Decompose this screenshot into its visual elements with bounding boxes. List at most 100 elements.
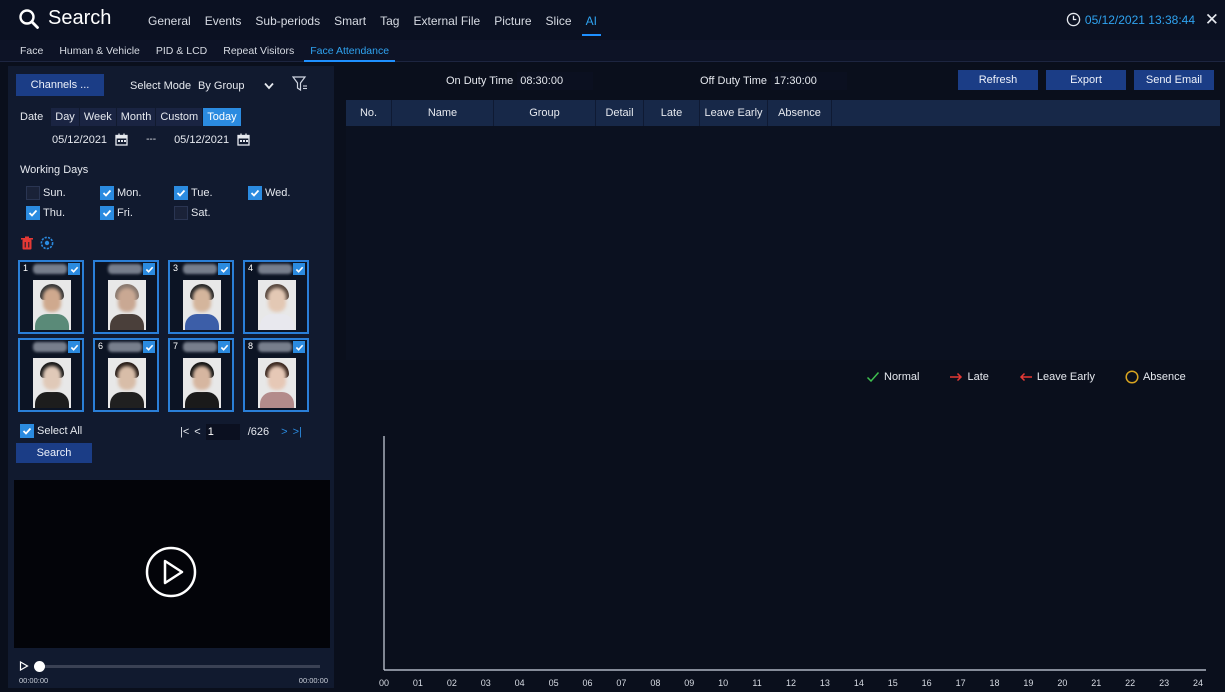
- day-checkbox-thu[interactable]: Thu.: [26, 206, 65, 220]
- calendar-icon[interactable]: [237, 133, 250, 146]
- check-icon: [866, 372, 880, 383]
- face-photo: [108, 358, 146, 408]
- next-page-icon[interactable]: >: [281, 426, 287, 438]
- face-card-header: 6: [95, 340, 157, 354]
- send-email-button[interactable]: Send Email: [1134, 70, 1214, 90]
- play-icon[interactable]: [145, 546, 197, 598]
- time-end: 00:00:00: [298, 676, 328, 685]
- select-mode-dropdown[interactable]: By Group: [198, 76, 280, 96]
- on-duty-time: On Duty Time 08:30:00: [446, 72, 594, 90]
- tab-external-file[interactable]: External File: [413, 14, 480, 28]
- select-all-checkbox[interactable]: Select All: [20, 424, 82, 438]
- face-card[interactable]: 7: [168, 338, 234, 412]
- day-checkbox-fri[interactable]: Fri.: [100, 206, 133, 220]
- tab-picture[interactable]: Picture: [494, 14, 531, 28]
- face-checkbox[interactable]: [143, 341, 155, 353]
- subtab-pid-lcd[interactable]: PID & LCD: [156, 45, 207, 57]
- end-date[interactable]: 05/12/2021: [174, 134, 229, 146]
- face-checkbox[interactable]: [218, 263, 230, 275]
- period-custom[interactable]: Custom: [156, 108, 203, 126]
- day-checkbox-mon[interactable]: Mon.: [100, 186, 141, 200]
- export-button[interactable]: Export: [1046, 70, 1126, 90]
- filter-icon[interactable]: [292, 75, 308, 93]
- chevron-down-icon: [264, 82, 274, 90]
- face-photo-head: [118, 366, 136, 390]
- x-tick-label: 22: [1125, 678, 1135, 688]
- face-checkbox[interactable]: [293, 263, 305, 275]
- select-mode-value: By Group: [198, 80, 245, 92]
- day-checkbox-sun[interactable]: Sun.: [26, 186, 66, 200]
- face-card[interactable]: 6: [93, 338, 159, 412]
- progress-track[interactable]: [38, 665, 320, 668]
- page-input[interactable]: 1: [205, 424, 240, 440]
- play-icon[interactable]: [19, 661, 29, 671]
- x-tick-label: 20: [1057, 678, 1067, 688]
- face-card[interactable]: [93, 260, 159, 334]
- face-name-blurred: [33, 342, 67, 352]
- face-checkbox[interactable]: [293, 341, 305, 353]
- legend-item: Leave Early: [1019, 370, 1095, 384]
- close-icon[interactable]: ✕: [1205, 10, 1219, 30]
- face-checkbox[interactable]: [68, 263, 80, 275]
- subtab-repeat-visitors[interactable]: Repeat Visitors: [223, 45, 294, 57]
- day-checkbox-sat[interactable]: Sat.: [174, 206, 211, 220]
- subtab-human-vehicle[interactable]: Human & Vehicle: [59, 45, 140, 57]
- channels-button[interactable]: Channels ...: [16, 74, 104, 96]
- face-card[interactable]: 8: [243, 338, 309, 412]
- tab-general[interactable]: General: [148, 14, 191, 28]
- face-checkbox[interactable]: [218, 341, 230, 353]
- x-tick-label: 02: [447, 678, 457, 688]
- face-photo-head: [43, 366, 61, 390]
- on-duty-label: On Duty Time: [446, 75, 514, 87]
- search-icon: [19, 8, 39, 29]
- date-separator: ---: [146, 134, 157, 145]
- period-today[interactable]: Today: [203, 108, 241, 126]
- on-duty-input[interactable]: 08:30:00: [517, 72, 594, 90]
- face-card[interactable]: 4: [243, 260, 309, 334]
- delete-icon[interactable]: [20, 236, 34, 250]
- refresh-button[interactable]: Refresh: [958, 70, 1038, 90]
- face-photo: [183, 358, 221, 408]
- day-label: Sun.: [43, 187, 66, 199]
- face-card-header: 8: [245, 340, 307, 354]
- last-page-icon[interactable]: >|: [293, 426, 302, 438]
- calendar-icon[interactable]: [115, 133, 128, 146]
- progress-knob[interactable]: [34, 661, 45, 672]
- face-number: 3: [173, 263, 179, 273]
- start-date[interactable]: 05/12/2021: [52, 134, 107, 146]
- arrow-left-icon: [1019, 372, 1032, 382]
- first-page-icon[interactable]: |<: [180, 426, 189, 438]
- face-photo: [33, 358, 71, 408]
- face-card[interactable]: [18, 338, 84, 412]
- search-button[interactable]: Search: [16, 443, 92, 463]
- face-checkbox[interactable]: [68, 341, 80, 353]
- face-card-header: [95, 262, 157, 276]
- period-month[interactable]: Month: [116, 108, 156, 126]
- tab-sub-periods[interactable]: Sub-periods: [255, 14, 320, 28]
- face-card[interactable]: 3: [168, 260, 234, 334]
- page-title: Search: [48, 7, 112, 29]
- period-week[interactable]: Week: [79, 108, 116, 126]
- tab-tag[interactable]: Tag: [380, 14, 399, 28]
- face-photo-body: [35, 392, 69, 408]
- day-checkbox-wed[interactable]: Wed.: [248, 186, 290, 200]
- settings-icon[interactable]: [40, 236, 54, 250]
- off-duty-input[interactable]: 17:30:00: [771, 72, 848, 90]
- subtab-face-attendance[interactable]: Face Attendance: [304, 45, 395, 62]
- check-icon: [145, 344, 153, 351]
- face-card[interactable]: 1: [18, 260, 84, 334]
- face-checkbox[interactable]: [143, 263, 155, 275]
- prev-page-icon[interactable]: <: [194, 426, 200, 438]
- tab-smart[interactable]: Smart: [334, 14, 366, 28]
- day-checkbox-tue[interactable]: Tue.: [174, 186, 213, 200]
- period-day[interactable]: Day: [51, 108, 79, 126]
- face-name-blurred: [258, 264, 292, 274]
- tab-slice[interactable]: Slice: [546, 14, 572, 28]
- tab-events[interactable]: Events: [205, 14, 242, 28]
- subtab-face[interactable]: Face: [20, 45, 43, 57]
- x-tick-label: 13: [820, 678, 830, 688]
- tab-ai[interactable]: AI: [581, 14, 602, 36]
- column-header: Detail: [596, 100, 644, 126]
- face-card-header: 1: [20, 262, 82, 276]
- check-icon: [102, 189, 112, 197]
